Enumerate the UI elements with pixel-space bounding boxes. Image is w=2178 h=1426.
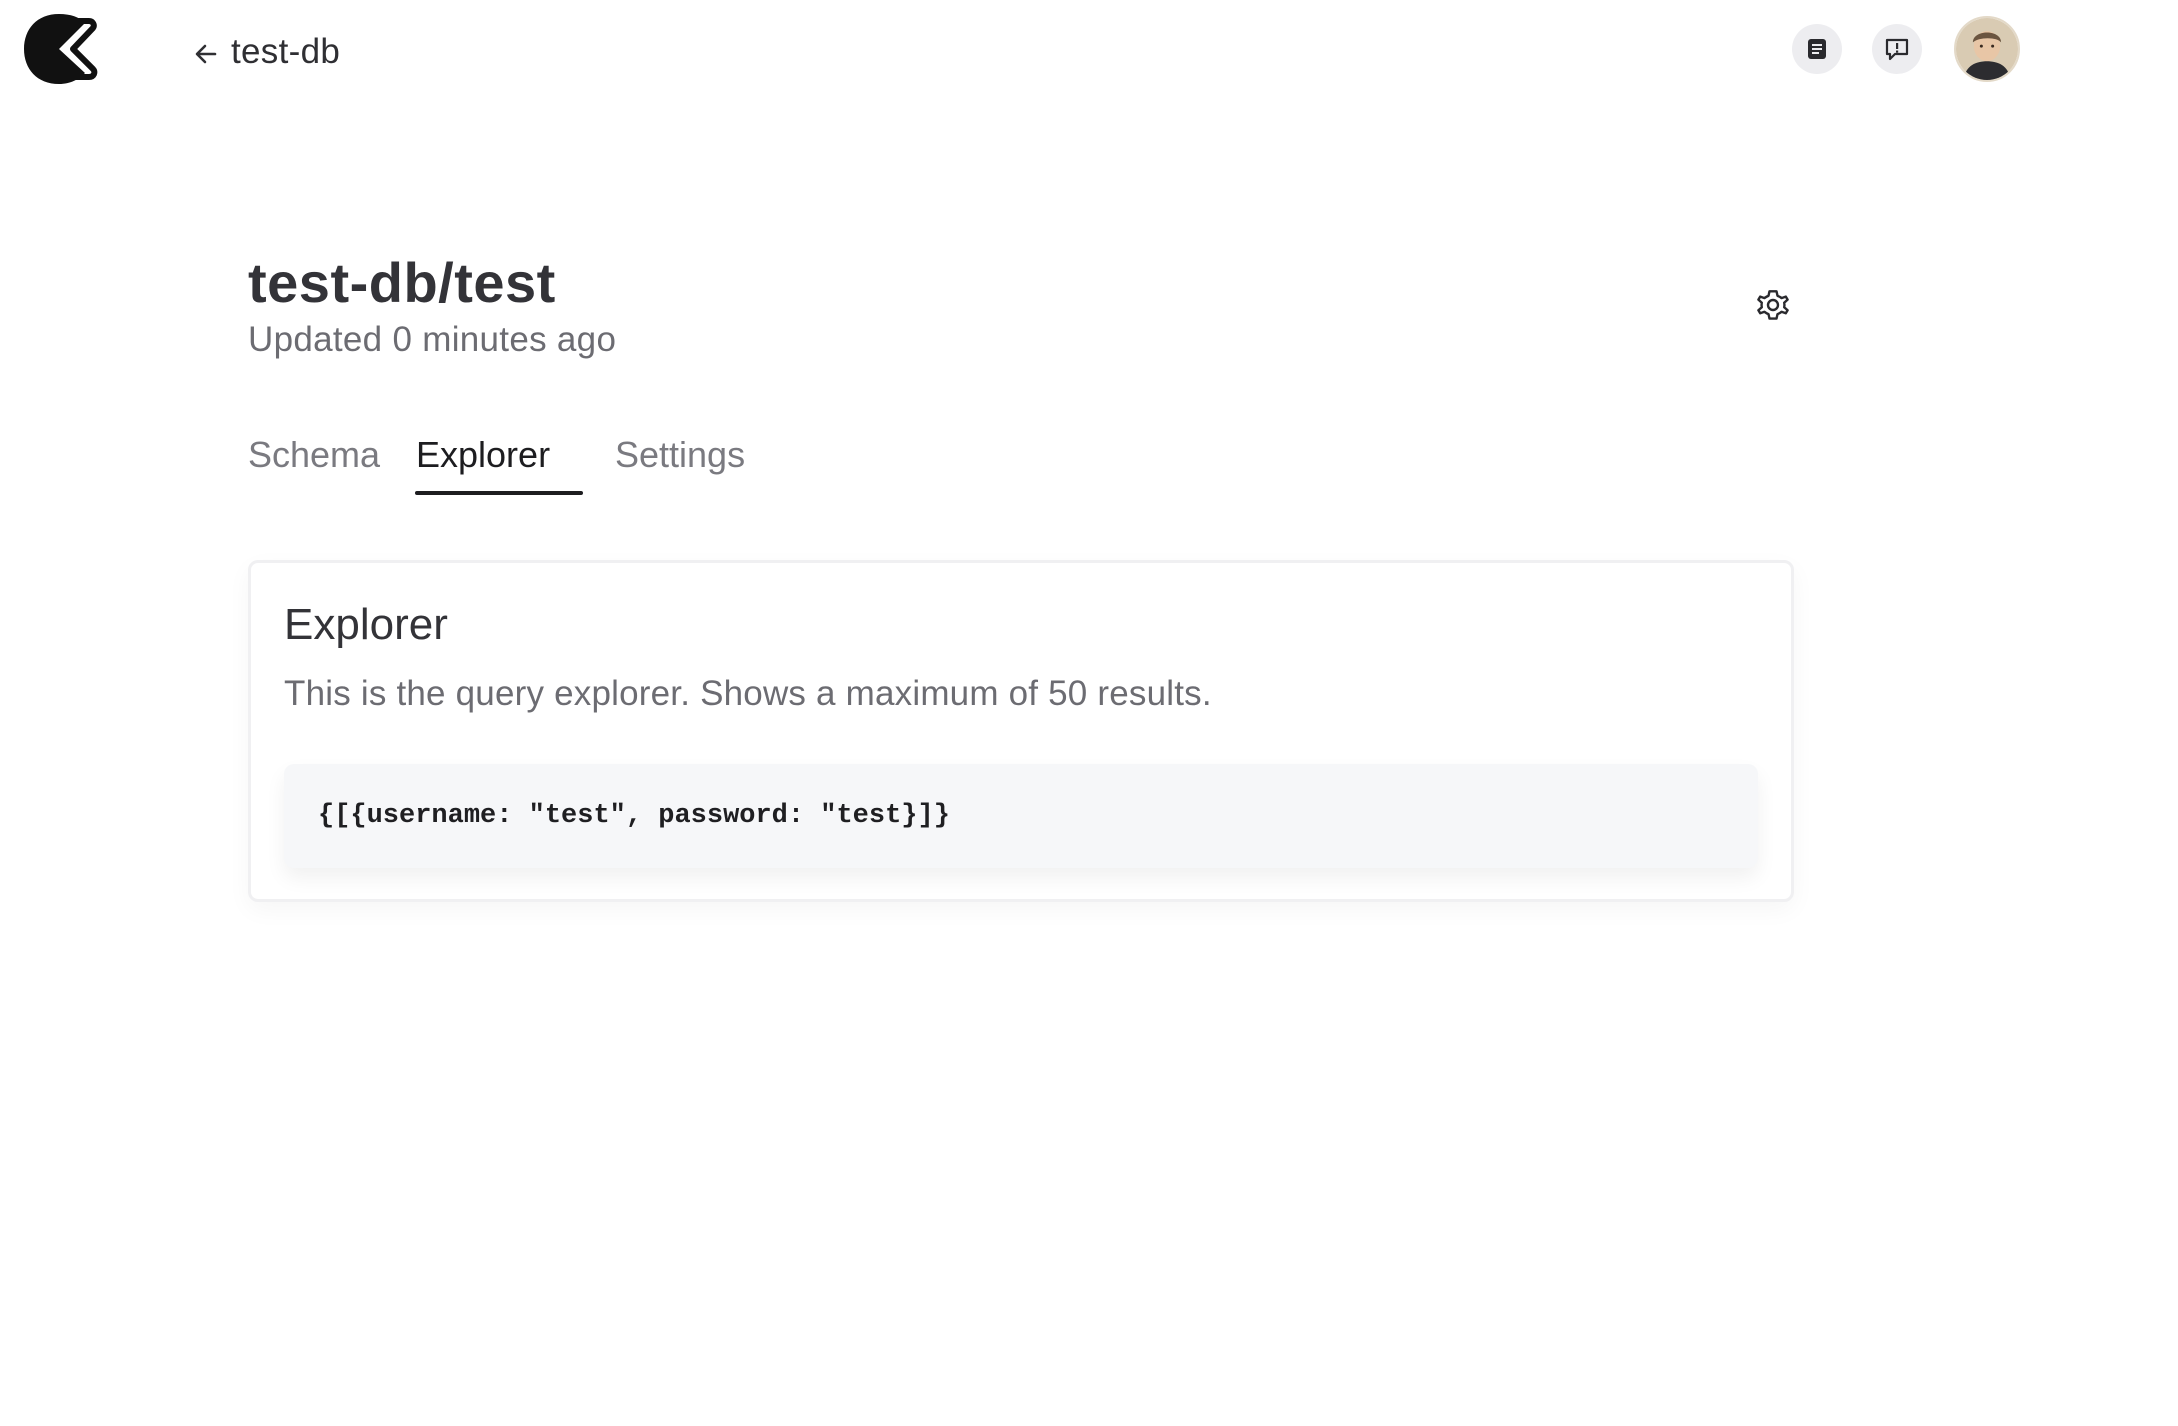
explorer-description: This is the query explorer. Shows a maxi… [284, 674, 1212, 713]
tab-explorer[interactable]: Explorer [416, 434, 550, 490]
avatar[interactable] [1954, 16, 2020, 82]
tab-settings[interactable]: Settings [615, 434, 745, 490]
gear-icon[interactable] [1754, 286, 1792, 324]
updated-timestamp: Updated 0 minutes ago [248, 320, 617, 359]
docs-icon [1808, 39, 1826, 59]
back-link[interactable]: test-db [193, 28, 340, 76]
page: test-db test-db/test Updated 0 minutes a… [0, 0, 2178, 1426]
back-arrow-icon [195, 44, 217, 64]
top-bar: test-db [0, 0, 2178, 110]
query-result-text: {[{username: "test", password: "test}]} [318, 801, 950, 831]
feedback-icon [1885, 38, 1909, 61]
explorer-title: Explorer [284, 600, 448, 649]
query-result-block[interactable]: {[{username: "test", password: "test}]} [284, 764, 1758, 868]
feedback-button[interactable] [1872, 24, 1922, 74]
tab-schema[interactable]: Schema [248, 434, 380, 490]
active-tab-indicator [415, 491, 583, 495]
logo-icon[interactable] [21, 11, 99, 87]
docs-button[interactable] [1792, 24, 1842, 74]
back-link-label: test-db [231, 32, 341, 71]
page-title: test-db/test [248, 251, 556, 314]
